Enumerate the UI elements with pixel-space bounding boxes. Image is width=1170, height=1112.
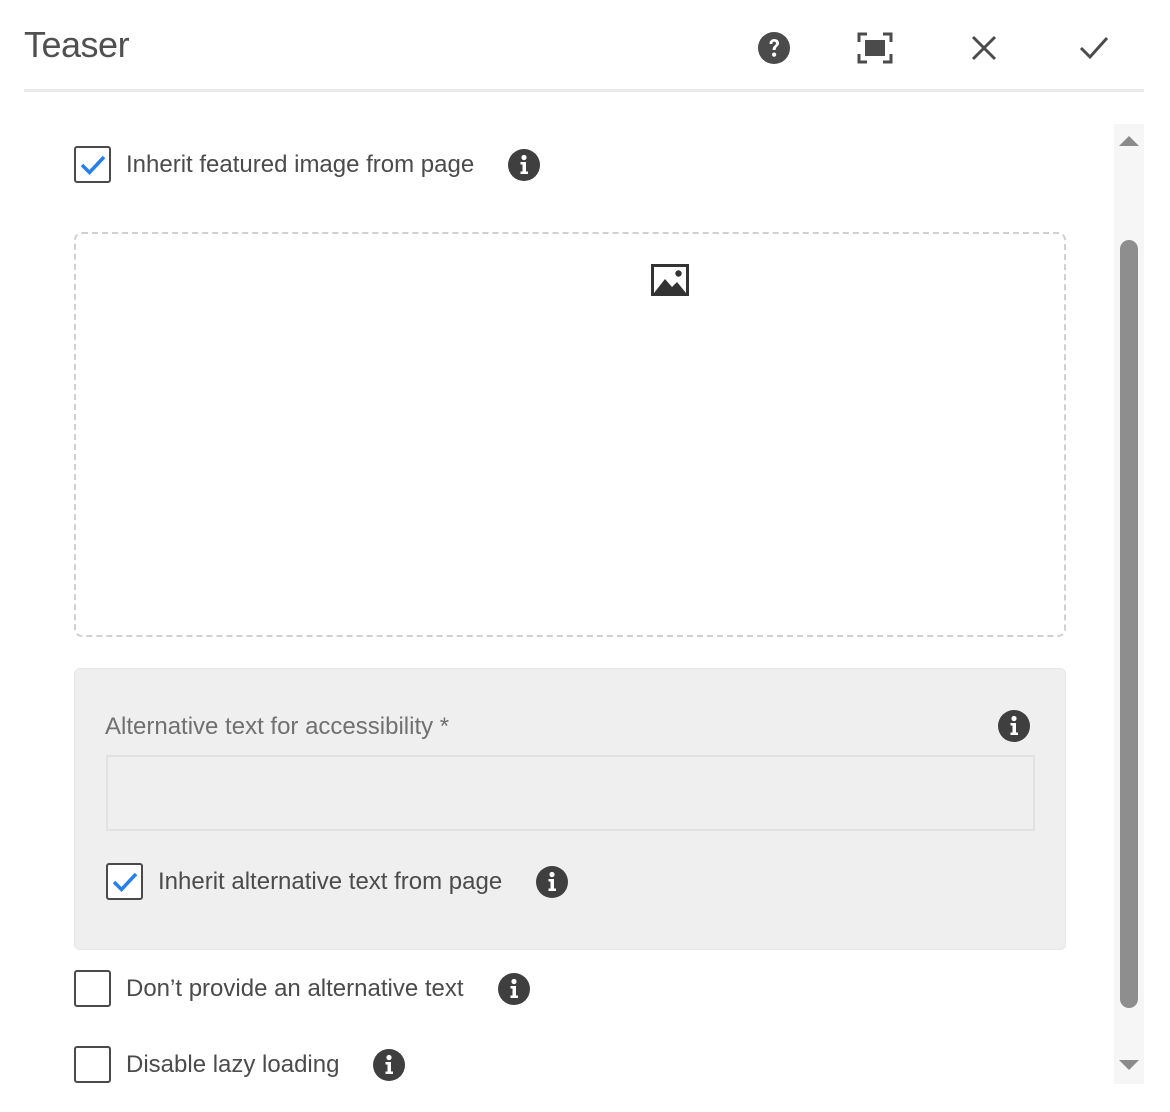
alt-text-input[interactable] <box>106 755 1035 831</box>
scroll-up-arrow[interactable] <box>1119 136 1139 146</box>
inherit-featured-image-checkbox[interactable] <box>74 146 111 183</box>
close-button[interactable] <box>962 26 1006 70</box>
inherit-alt-text-checkbox[interactable] <box>106 863 143 900</box>
info-icon[interactable] <box>997 709 1031 743</box>
info-icon[interactable] <box>497 972 531 1006</box>
help-button[interactable] <box>752 26 796 70</box>
scrollbar-thumb[interactable] <box>1120 240 1138 1008</box>
dialog-header: Teaser <box>24 0 1144 92</box>
info-icon[interactable] <box>507 148 541 182</box>
disable-lazy-loading-row: Disable lazy loading <box>74 1046 406 1083</box>
image-dropzone[interactable] <box>74 232 1066 637</box>
info-icon[interactable] <box>535 865 569 899</box>
disable-lazy-loading-label: Disable lazy loading <box>126 1050 340 1078</box>
checkmark-icon <box>112 872 137 892</box>
inherit-featured-image-row: Inherit featured image from page <box>74 146 541 183</box>
disable-lazy-loading-checkbox[interactable] <box>74 1046 111 1083</box>
no-alt-text-checkbox[interactable] <box>74 970 111 1007</box>
vertical-scrollbar[interactable] <box>1114 124 1144 1084</box>
dialog-title: Teaser <box>24 24 130 65</box>
info-icon[interactable] <box>372 1048 406 1082</box>
alt-text-panel: Alternative text for accessibility * Inh… <box>74 668 1066 950</box>
checkmark-icon <box>80 155 105 175</box>
inherit-featured-image-label: Inherit featured image from page <box>126 150 475 178</box>
checkmark-icon <box>1079 36 1109 60</box>
image-icon <box>651 264 689 296</box>
inherit-alt-text-row: Inherit alternative text from page <box>106 863 569 900</box>
fullscreen-button[interactable] <box>853 26 897 70</box>
fullscreen-icon <box>857 32 893 64</box>
inherit-alt-text-label: Inherit alternative text from page <box>158 867 503 895</box>
help-icon <box>758 32 790 64</box>
done-button[interactable] <box>1072 26 1116 70</box>
no-alt-text-row: Don’t provide an alternative text <box>74 970 531 1007</box>
close-icon <box>971 35 997 61</box>
alt-text-label: Alternative text for accessibility * <box>105 713 450 740</box>
scroll-down-arrow[interactable] <box>1119 1060 1139 1070</box>
dialog-content: Inherit featured image from page Alterna… <box>0 124 1112 1084</box>
no-alt-text-label: Don’t provide an alternative text <box>126 974 464 1002</box>
